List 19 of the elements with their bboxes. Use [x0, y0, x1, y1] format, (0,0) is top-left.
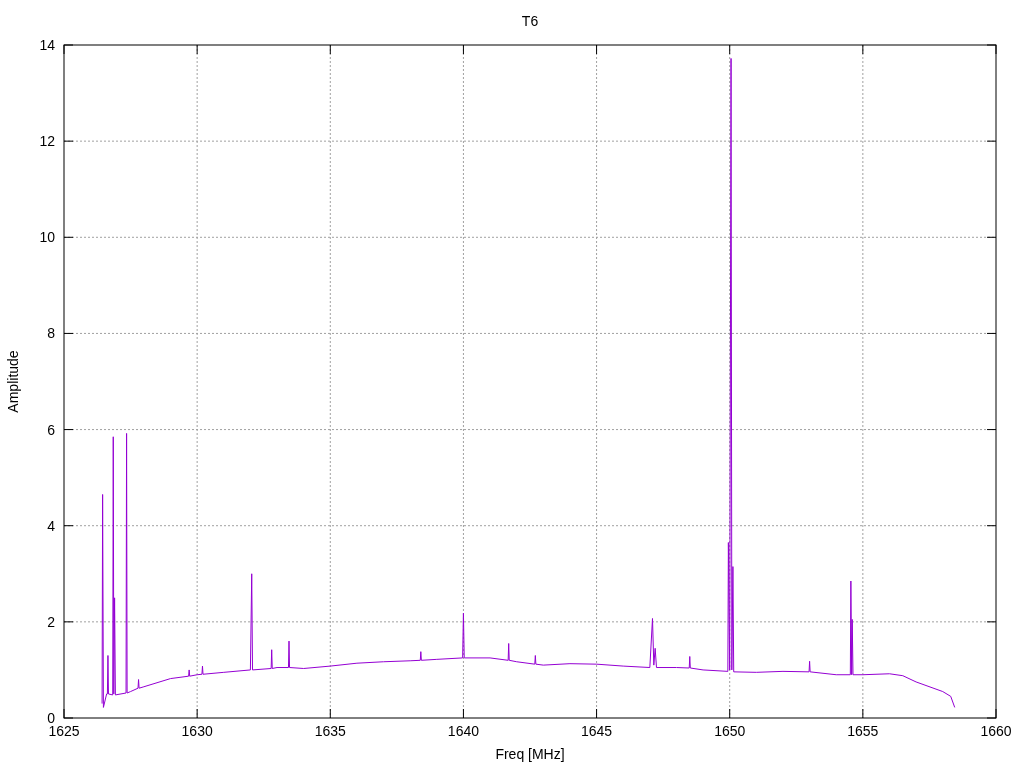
tick-label: 1645 [581, 723, 613, 739]
tick-label: 1635 [314, 723, 346, 739]
tick-label: 1630 [181, 723, 213, 739]
tick-label: 1660 [980, 723, 1012, 739]
tick-label: 1650 [714, 723, 746, 739]
x-axis-label: Freq [MHz] [495, 746, 565, 762]
tick-label: 1655 [847, 723, 879, 739]
y-axis-label: Amplitude [5, 350, 21, 413]
tick-label: 4 [47, 517, 55, 534]
tick-label: 1640 [447, 723, 479, 739]
tick-label: 0 [47, 710, 55, 726]
tick-label: 14 [39, 37, 55, 53]
tick-label: 10 [39, 229, 55, 246]
tick-label: 12 [39, 133, 55, 150]
tick-label: 8 [47, 325, 55, 342]
tick-label: 2 [47, 613, 55, 630]
chart-title: T6 [521, 13, 539, 29]
tick-label: 1625 [48, 723, 80, 739]
tick-label: 6 [47, 421, 55, 438]
